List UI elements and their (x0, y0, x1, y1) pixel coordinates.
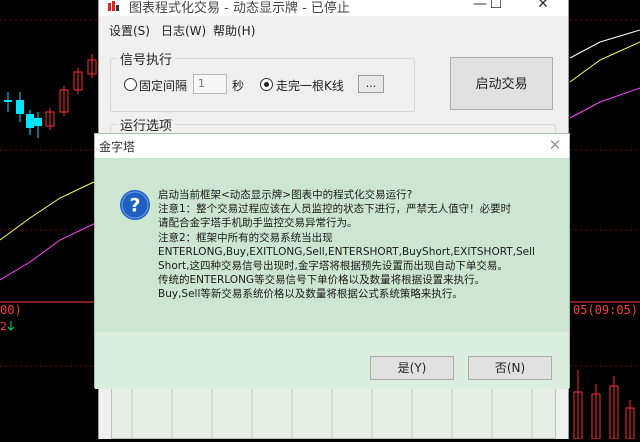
ma-line-magenta-right (569, 87, 640, 119)
menu-log[interactable]: 日志(W) (161, 22, 206, 39)
dialog-close-button[interactable]: ✕ (547, 136, 563, 154)
dialog-body: ? 启动当前框架<动态显示牌>图表中的程式化交易运行? 注意1：整个交易过程应该… (95, 158, 569, 332)
window-titlebar: 图表程式化交易 - 动态显示牌 - 已停止 — ☐ ✕ (99, 0, 568, 16)
close-button[interactable]: ✕ (528, 0, 558, 12)
dialog-titlebar: 金字塔 ✕ (95, 134, 569, 158)
interval-unit-label: 秒 (232, 79, 245, 93)
start-trading-button[interactable]: 启动交易 (450, 57, 553, 110)
dialog-message: 启动当前框架<动态显示牌>图表中的程式化交易运行? 注意1：整个交易过程应该在人… (158, 188, 563, 302)
ma-line-yellow (0, 179, 99, 241)
dialog-title: 金字塔 (99, 140, 136, 154)
message-line: Buy,Sell等新交易系统价格以及数量将根据公式系统策略来执行。 (158, 288, 463, 301)
maximize-button[interactable]: ☐ (481, 0, 511, 12)
message-line: 传统的ENTERLONG等交易信号下单价格以及数量将根据设置来执行。 (158, 274, 486, 287)
fixed-interval-radio[interactable] (124, 78, 137, 91)
message-line: 请配合金字塔手机助手监控交易异常行为。 (158, 217, 358, 230)
after-bar-radio[interactable] (260, 78, 273, 91)
message-line: 注意1：整个交易过程应该在人员监控的状态下进行，严禁无人值守！必要时 (158, 203, 512, 216)
left-axis-label: 00) (0, 303, 22, 317)
ma-line-yellow-right (569, 41, 640, 83)
interval-input[interactable]: 1 (193, 74, 227, 94)
no-button[interactable]: 否(N) (468, 356, 552, 380)
question-icon: ? (120, 190, 150, 220)
candles-left (4, 54, 97, 138)
options-ellipsis-button[interactable]: ... (358, 75, 384, 93)
dialog-footer: 是(Y) 否(N) (95, 332, 569, 389)
right-axis-label: 05(09:05) (573, 303, 638, 317)
svg-text:?: ? (129, 195, 140, 217)
menu-settings[interactable]: 设置(S) (109, 22, 150, 39)
menu-help[interactable]: 帮助(H) (213, 22, 255, 39)
ma-line-magenta (0, 221, 99, 281)
window-title: 图表程式化交易 - 动态显示牌 - 已停止 (129, 1, 350, 16)
signal-execution-legend: 信号执行 (117, 49, 176, 68)
app-logo-icon (108, 1, 119, 11)
message-line: 启动当前框架<动态显示牌>图表中的程式化交易运行? (158, 189, 413, 201)
fixed-interval-label: 固定间隔 (139, 79, 188, 93)
message-line: 注意2：框架中所有的交易系统当出现 (158, 231, 333, 244)
left-counter: 2 (0, 320, 7, 333)
ma-line-white-right (569, 29, 640, 59)
message-line: Short,这四种交易信号出现时,金字塔将根据预先设置而出现自动下单交易。 (158, 260, 508, 273)
after-bar-label: 走完一根K线 (276, 79, 344, 93)
down-arrow-icon (7, 321, 15, 331)
message-line: ENTERLONG,Buy,EXITLONG,Sell,ENTERSHORT,B… (158, 245, 535, 258)
run-options-legend: 运行选项 (117, 115, 176, 134)
candles-right (573, 370, 635, 439)
yes-button[interactable]: 是(Y) (370, 356, 454, 380)
confirm-dialog: 金字塔 ✕ ? 启动当前框架<动态显示牌>图表中的程式化交易运行? 注意1：整个… (94, 133, 570, 389)
